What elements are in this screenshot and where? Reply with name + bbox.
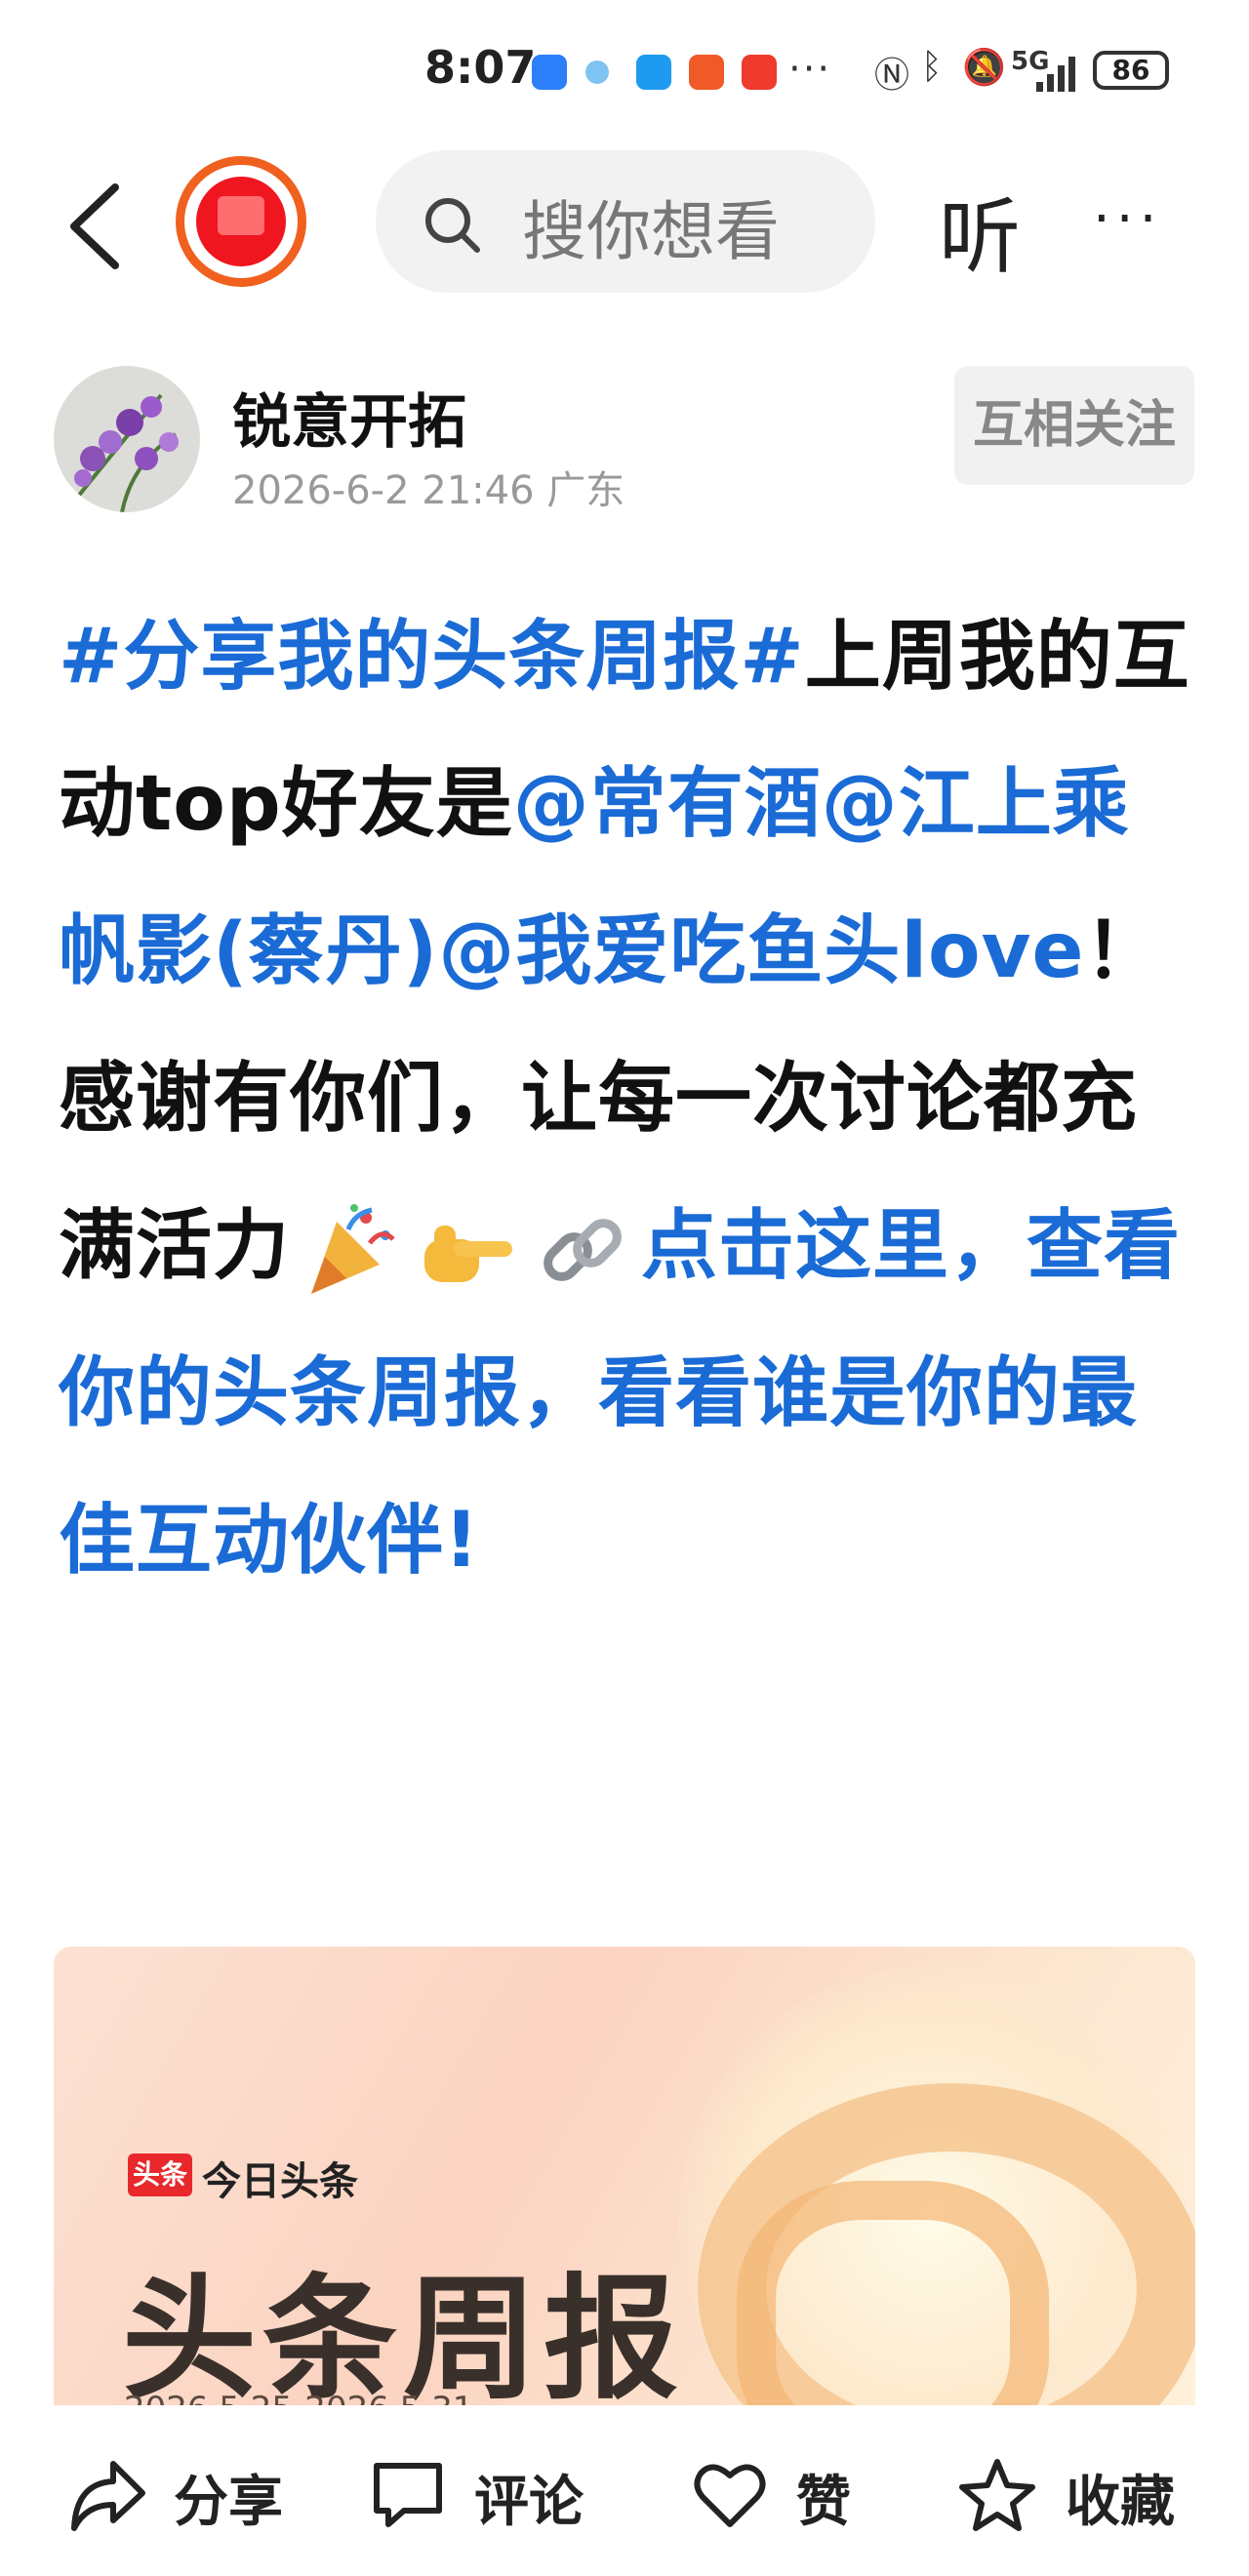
- mute-icon: 🔕: [962, 48, 1006, 88]
- nfc-icon: Ⓝ: [874, 56, 910, 96]
- card-ribbon-decoration: [737, 2181, 1049, 2405]
- link-chain-icon: [532, 1200, 633, 1302]
- signal-icon: [1036, 55, 1081, 92]
- toutiao-logo: 头条: [128, 2153, 192, 2196]
- back-arrow-icon: [70, 183, 119, 269]
- mobile-app-icon: [585, 60, 609, 84]
- battery-icon: 86: [1093, 51, 1169, 90]
- envelope-flap: [218, 196, 264, 235]
- share-label: 分享: [174, 2471, 283, 2534]
- share-button[interactable]: 分享: [66, 2450, 301, 2538]
- star-icon: [959, 2459, 1035, 2531]
- post-content: #分享我的头条周报#上周我的互动top好友是@常有酒@江上乘帆影(蔡丹)@我爱吃…: [59, 584, 1200, 1615]
- more-notifications-icon: ···: [788, 47, 832, 92]
- listen-button[interactable]: 听: [939, 172, 1021, 290]
- mutual-follow-button[interactable]: 互相关注: [954, 366, 1194, 485]
- like-label: 赞: [796, 2471, 851, 2534]
- party-popper-icon: [298, 1200, 399, 1302]
- more-menu-button[interactable]: ···: [1093, 187, 1162, 251]
- share-icon: [71, 2461, 145, 2531]
- send-app-icon: [689, 55, 724, 90]
- bluetooth-icon: ᛒ: [921, 47, 943, 87]
- comment-button[interactable]: 评论: [369, 2450, 603, 2538]
- card-date-range: 2026.5.25-2026.5.31: [124, 2390, 473, 2405]
- heart-icon: [694, 2464, 766, 2527]
- bottom-action-bar: 分享 评论 赞 收藏: [0, 2405, 1249, 2576]
- favorite-button[interactable]: 收藏: [956, 2450, 1210, 2538]
- author-name[interactable]: 锐意开拓: [232, 375, 466, 460]
- alert-app-icon: [742, 55, 777, 90]
- hashtag-link[interactable]: #分享我的头条周报#: [59, 613, 805, 701]
- app-logo-button[interactable]: [176, 156, 306, 287]
- mention-link[interactable]: @我爱吃鱼头love: [438, 907, 1084, 995]
- mention-link[interactable]: @常有酒: [513, 760, 822, 848]
- search-bar[interactable]: 搜你想看: [376, 150, 875, 293]
- weekly-report-card[interactable]: 头条 今日头条 头条周报 2026.5.25-2026.5.31: [54, 1947, 1195, 2405]
- message-icon: [636, 55, 671, 90]
- post-timestamp-location: 2026-6-2 21:46 广东: [232, 468, 625, 513]
- top-nav: 搜你想看 听 ···: [0, 146, 1249, 312]
- search-icon: [425, 198, 480, 253]
- back-button[interactable]: [57, 178, 144, 275]
- favorite-label: 收藏: [1066, 2471, 1175, 2534]
- author-avatar[interactable]: [54, 366, 200, 512]
- brand-name: 今日头条: [202, 2159, 358, 2204]
- pointing-hand-icon: [415, 1200, 516, 1302]
- comment-icon: [374, 2463, 442, 2527]
- app-notification-icon: [532, 55, 567, 90]
- comment-label: 评论: [474, 2471, 584, 2534]
- status-bar: 8:07 ··· Ⓝ ᛒ 🔕 5G 86: [0, 0, 1249, 146]
- status-time: 8:07: [424, 41, 537, 94]
- card-title: 头条周报: [122, 2261, 685, 2405]
- search-placeholder: 搜你想看: [522, 194, 780, 269]
- orchid-avatar-image: [54, 366, 200, 512]
- like-button[interactable]: 赞: [691, 2450, 886, 2538]
